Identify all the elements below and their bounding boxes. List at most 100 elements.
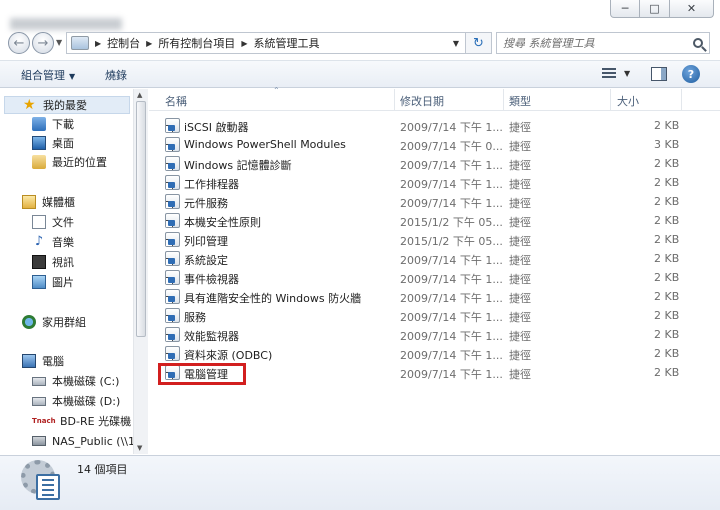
- nav-libraries[interactable]: 媒體櫃: [22, 193, 75, 211]
- file-date: 2009/7/14 下午 1...: [400, 292, 503, 305]
- forward-button[interactable]: →: [32, 32, 54, 54]
- nav-item-pictures[interactable]: 圖片: [32, 273, 74, 291]
- nav-item-downloads[interactable]: 下載: [32, 115, 74, 133]
- column-header-date[interactable]: 修改日期: [400, 93, 444, 109]
- file-row[interactable]: 本機安全性原則 2015/1/2 下午 05... 捷徑 2 KB: [149, 211, 720, 230]
- file-row[interactable]: 工作排程器 2009/7/14 下午 1... 捷徑 2 KB: [149, 173, 720, 192]
- nav-item-music[interactable]: ♪ 音樂: [32, 233, 74, 251]
- hard-drive-icon: [32, 376, 46, 386]
- file-name: Windows 記憶體診斷: [184, 159, 292, 172]
- refresh-button[interactable]: ↻: [466, 32, 492, 54]
- title-bar: ─ □ ✕: [0, 0, 720, 30]
- file-row[interactable]: 事件檢視器 2009/7/14 下午 1... 捷徑 2 KB: [149, 268, 720, 287]
- details-pane: 14 個項目: [0, 455, 720, 510]
- scroll-up-icon[interactable]: ▲: [137, 91, 142, 99]
- file-date: 2009/7/14 下午 1...: [400, 178, 503, 191]
- file-date: 2009/7/14 下午 1...: [400, 368, 503, 381]
- file-row[interactable]: 資料來源 (ODBC) 2009/7/14 下午 1... 捷徑 2 KB: [149, 344, 720, 363]
- file-row[interactable]: 列印管理 2015/1/2 下午 05... 捷徑 2 KB: [149, 230, 720, 249]
- column-header-name[interactable]: 名稱: [165, 93, 187, 109]
- file-name: 具有進階安全性的 Windows 防火牆: [184, 292, 362, 305]
- file-date: 2009/7/14 下午 1...: [400, 349, 503, 362]
- nav-favorites[interactable]: ★ 我的最愛: [4, 96, 130, 114]
- file-type: 捷徑: [509, 292, 531, 305]
- nav-item-documents[interactable]: 文件: [32, 213, 74, 231]
- nav-item-label: 本機磁碟 (D:): [52, 395, 121, 408]
- control-panel-icon: [71, 36, 89, 50]
- file-type: 捷徑: [509, 121, 531, 134]
- file-name: iSCSI 啟動器: [184, 121, 249, 134]
- back-button[interactable]: ←: [8, 32, 30, 54]
- file-row[interactable]: 效能監視器 2009/7/14 下午 1... 捷徑 2 KB: [149, 325, 720, 344]
- shortcut-icon: [165, 156, 180, 171]
- file-row[interactable]: 具有進階安全性的 Windows 防火牆 2009/7/14 下午 1... 捷…: [149, 287, 720, 306]
- nav-item-recent-places[interactable]: 最近的位置: [32, 153, 107, 171]
- close-icon: ✕: [686, 2, 697, 15]
- navigation-pane: ★ 我的最愛 下載 桌面 最近的位置 媒體櫃 文件 ♪ 音樂 視訊 圖片 家用群…: [0, 89, 148, 454]
- file-size: 3 KB: [654, 138, 680, 151]
- column-header-type[interactable]: 類型: [509, 93, 531, 109]
- search-input[interactable]: [497, 34, 687, 52]
- nav-item-label: 視訊: [52, 256, 74, 269]
- file-name: 元件服務: [184, 197, 228, 210]
- chevron-down-icon[interactable]: ▼: [453, 39, 459, 48]
- file-size: 2 KB: [654, 214, 680, 227]
- scroll-down-icon[interactable]: ▼: [137, 444, 142, 452]
- address-bar[interactable]: ▶ 控制台 ▶ 所有控制台項目 ▶ 系統管理工具 ▼: [66, 32, 466, 54]
- file-row[interactable]: Windows 記憶體診斷 2009/7/14 下午 1... 捷徑 2 KB: [149, 154, 720, 173]
- column-header-size[interactable]: 大小: [617, 93, 639, 109]
- file-row[interactable]: Windows PowerShell Modules 2009/7/14 下午 …: [149, 135, 720, 154]
- nav-item-label: 本機磁碟 (C:): [52, 375, 120, 388]
- close-button[interactable]: ✕: [670, 0, 714, 18]
- help-icon[interactable]: ?: [682, 65, 700, 83]
- chevron-right-icon[interactable]: ▶: [95, 39, 101, 48]
- scrollbar-thumb[interactable]: [136, 101, 146, 337]
- column-divider[interactable]: [681, 89, 682, 111]
- maximize-button[interactable]: □: [640, 0, 670, 18]
- search-icon[interactable]: [693, 38, 703, 48]
- nav-item-label: 桌面: [52, 137, 74, 150]
- breadcrumb-control-panel[interactable]: 控制台: [107, 35, 140, 51]
- burn-button[interactable]: 燒錄: [105, 67, 127, 83]
- chevron-right-icon[interactable]: ▶: [146, 39, 152, 48]
- nav-item-label: 圖片: [52, 276, 74, 289]
- file-type: 捷徑: [509, 311, 531, 324]
- file-name: 工作排程器: [184, 178, 239, 191]
- file-date: 2009/7/14 下午 0...: [400, 140, 503, 153]
- nav-homegroup[interactable]: 家用群組: [22, 313, 86, 331]
- nav-scrollbar[interactable]: ▲ ▼: [133, 89, 148, 454]
- column-divider[interactable]: [610, 89, 611, 111]
- file-row[interactable]: iSCSI 啟動器 2009/7/14 下午 1... 捷徑 2 KB: [149, 116, 720, 135]
- nav-item-videos[interactable]: 視訊: [32, 253, 74, 271]
- view-options-dropdown[interactable]: ▼: [624, 69, 630, 78]
- nav-item-bd-drive[interactable]: Tnach BD-RE 光碟機 (F: [32, 412, 145, 430]
- shortcut-icon: [165, 327, 180, 342]
- preview-pane-icon[interactable]: [651, 67, 667, 81]
- nav-item-nas[interactable]: NAS_Public (\\1: [32, 432, 135, 450]
- breadcrumb-all-items[interactable]: 所有控制台項目: [158, 35, 235, 51]
- file-size: 2 KB: [654, 309, 680, 322]
- change-view-icon[interactable]: [602, 68, 616, 80]
- file-list: 名稱 ⌃ 修改日期 類型 大小 iSCSI 啟動器 2009/7/14 下午 1…: [149, 86, 720, 454]
- nav-computer[interactable]: 電腦: [22, 352, 64, 370]
- file-type: 捷徑: [509, 159, 531, 172]
- file-row[interactable]: 服務 2009/7/14 下午 1... 捷徑 2 KB: [149, 306, 720, 325]
- file-type: 捷徑: [509, 216, 531, 229]
- breadcrumb-admin-tools[interactable]: 系統管理工具: [253, 35, 319, 51]
- window-controls: ─ □ ✕: [610, 0, 714, 18]
- nav-item-drive-d[interactable]: 本機磁碟 (D:): [32, 392, 120, 410]
- search-box[interactable]: [496, 32, 710, 54]
- shortcut-icon: [165, 346, 180, 361]
- organize-button[interactable]: 組合管理 ▼: [21, 67, 75, 83]
- minimize-button[interactable]: ─: [610, 0, 640, 18]
- file-row[interactable]: 系統設定 2009/7/14 下午 1... 捷徑 2 KB: [149, 249, 720, 268]
- chevron-right-icon[interactable]: ▶: [241, 39, 247, 48]
- file-row[interactable]: 元件服務 2009/7/14 下午 1... 捷徑 2 KB: [149, 192, 720, 211]
- nav-item-drive-c[interactable]: 本機磁碟 (C:): [32, 372, 119, 390]
- nav-item-label: 最近的位置: [52, 156, 107, 169]
- column-divider[interactable]: [394, 89, 395, 111]
- recent-pages-dropdown[interactable]: ▼: [56, 38, 62, 47]
- file-name: 事件檢視器: [184, 273, 239, 286]
- column-divider[interactable]: [503, 89, 504, 111]
- nav-item-desktop[interactable]: 桌面: [32, 134, 74, 152]
